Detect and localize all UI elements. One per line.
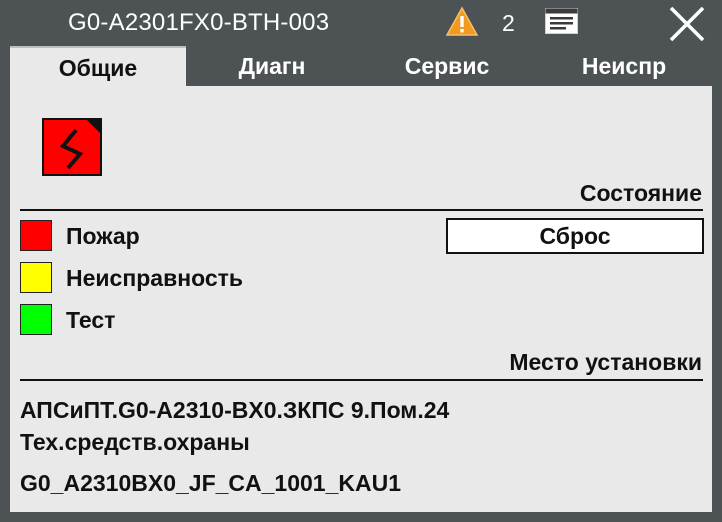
title-bar: G0-A2301FX0-BTH-003 2 — [0, 0, 722, 46]
location-path: АПСиПТ.G0-A2310-BX0.ЗКПС 9.Пом.24 — [20, 397, 450, 423]
warning-count: 2 — [502, 10, 515, 36]
device-tag: G0_A2310BX0_JF_CA_1001_KAU1 — [20, 470, 402, 496]
location-category: Тех.средств.охраны — [20, 429, 250, 455]
window-title: G0-A2301FX0-BTH-003 — [68, 9, 330, 36]
test-label: Тест — [66, 307, 116, 333]
tab-faults[interactable]: Неиспр — [536, 46, 712, 86]
location-divider — [20, 379, 703, 381]
tab-diagnostics[interactable]: Диагн — [186, 46, 358, 86]
tab-bar: Общие Диагн Сервис Неиспр — [0, 46, 722, 86]
reset-button[interactable]: Сброс — [446, 218, 704, 254]
fire-detector-status-icon — [42, 118, 102, 176]
status-divider — [20, 209, 703, 211]
fault-label: Неисправность — [66, 265, 244, 291]
close-icon[interactable] — [667, 4, 707, 44]
fire-label: Пожар — [66, 223, 140, 249]
warning-triangle-icon[interactable] — [445, 6, 479, 38]
fire-swatch — [20, 220, 52, 251]
test-swatch — [20, 304, 52, 335]
general-tab-panel: Состояние Пожар Неисправность Тест Сброс… — [10, 86, 712, 512]
status-section-title: Состояние — [579, 180, 702, 206]
document-icon[interactable] — [544, 7, 579, 35]
location-section-title: Место установки — [509, 349, 702, 375]
tab-service[interactable]: Сервис — [358, 46, 536, 86]
tab-general[interactable]: Общие — [10, 46, 186, 86]
device-faceplate-window: G0-A2301FX0-BTH-003 2 Общие Диагн Сервис… — [0, 0, 722, 522]
fault-swatch — [20, 262, 52, 293]
